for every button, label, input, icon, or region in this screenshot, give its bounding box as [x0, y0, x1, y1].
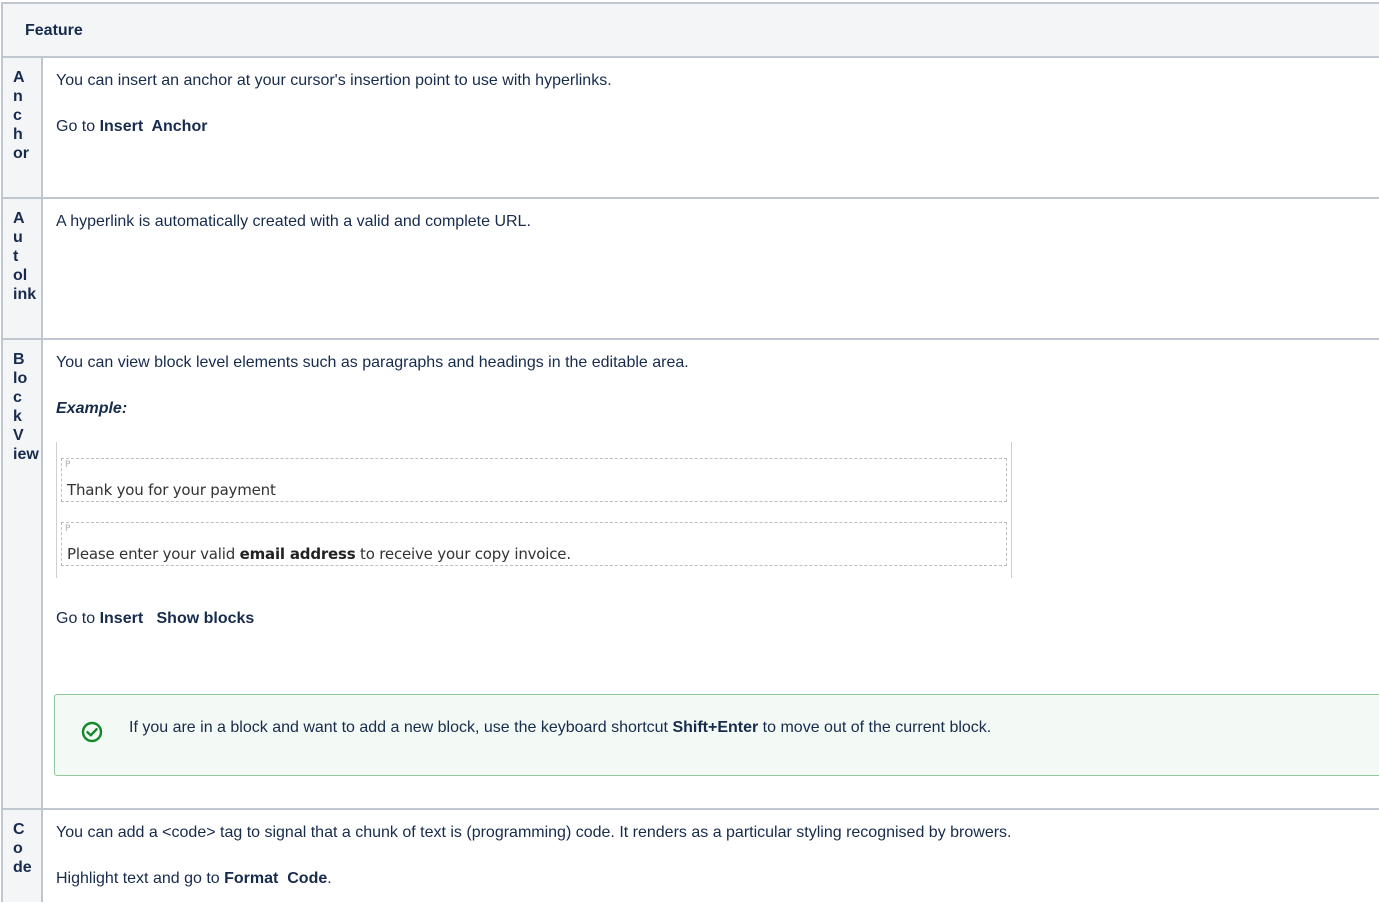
menu-item-anchor: Anchor [151, 118, 208, 135]
menu-item-show-blocks: Show blocks [156, 610, 255, 627]
block-tag-label: P [65, 524, 71, 534]
keyboard-shortcut: Shift+Enter [672, 719, 759, 736]
block-tag-label: P [65, 460, 71, 470]
description-text: A hyperlink is automatically created wit… [56, 213, 531, 230]
table-row-anchor: A n c h or You can insert an anchor at y… [3, 58, 1379, 199]
feature-name-autolink: A u t ol ink [3, 199, 43, 338]
description-text: You can add a <code> tag to signal that … [56, 824, 1012, 841]
example-block-paragraph: P Thank you for your payment [61, 458, 1007, 502]
description-text: You can insert an anchor at your cursor'… [56, 72, 612, 89]
menu-path: Highlight text and go to Format Code. [56, 870, 332, 887]
check-circle-icon [81, 721, 103, 743]
feature-name-block-view: B lo c k V iew [3, 340, 43, 808]
menu-format: Format [224, 870, 279, 887]
menu-path: Go to Insert Show blocks [56, 610, 255, 627]
example-block-text: Thank you for your payment [67, 481, 276, 499]
menu-path: Go to Insert Anchor [56, 118, 208, 135]
menu-insert: Insert [99, 610, 144, 627]
example-block-paragraph: P Please enter your valid email address … [61, 522, 1007, 566]
feature-name-anchor: A n c h or [3, 58, 43, 197]
header-feature: Feature [25, 22, 83, 39]
menu-insert: Insert [99, 118, 144, 135]
feature-name-code: C o de [3, 810, 43, 902]
menu-item-code: Code [287, 870, 328, 887]
tip-text: If you are in a block and want to add a … [129, 719, 992, 736]
table-row-code: C o de You can add a <code> tag to signa… [3, 810, 1379, 902]
table-header: Feature [3, 4, 1379, 58]
example-editor-preview: P Thank you for your payment P Please en… [56, 442, 1012, 578]
example-block-text: Please enter your valid email address to… [67, 545, 571, 563]
tip-panel: If you are in a block and want to add a … [54, 694, 1379, 776]
example-label: Example: [56, 400, 128, 417]
description-text: You can view block level elements such a… [56, 354, 689, 371]
table-row-autolink: A u t ol ink A hyperlink is automaticall… [3, 199, 1379, 340]
